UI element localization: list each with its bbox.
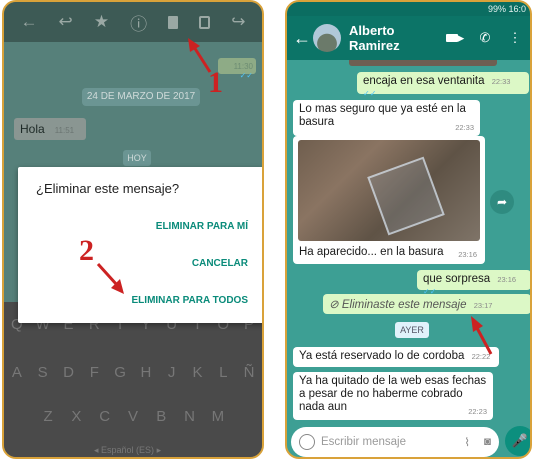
annotation-arrow <box>471 316 493 355</box>
right-phone-screenshot: 99% 16:0 ← Alberto Ramirez ▸ ✆ ⋮ encaja … <box>285 0 532 459</box>
arrow-1-head <box>188 38 200 52</box>
step-number-1: 1 <box>208 66 223 99</box>
annotation-arrows <box>96 38 212 294</box>
arrow-shaft <box>475 327 493 355</box>
left-phone-screenshot: ← ↩ ★ ⓘ ↪ 11:30 ✓✓ 24 DE MARZO DE 2017 H… <box>2 0 264 459</box>
arrow-2-shaft <box>96 262 119 287</box>
step-number-2: 2 <box>79 234 94 267</box>
